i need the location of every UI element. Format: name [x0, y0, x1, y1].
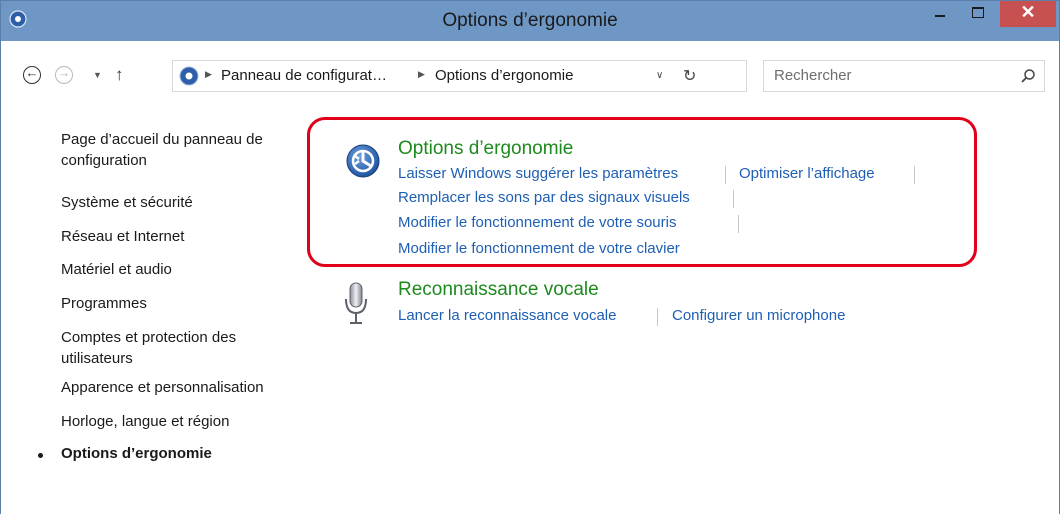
ease-of-access-icon[interactable] — [346, 144, 380, 178]
category-title-speech-recognition[interactable]: Reconnaissance vocale — [398, 279, 599, 301]
link-start-speech-recognition[interactable]: Lancer la reconnaissance vocale — [398, 307, 616, 324]
link-separator — [725, 166, 726, 184]
sidebar-item-user-accounts[interactable]: Comptes et protection des utilisateurs — [61, 327, 276, 369]
sidebar-item-appearance[interactable]: Apparence et personnalisation — [61, 377, 264, 398]
sidebar-item-clock-language-region[interactable]: Horloge, langue et région — [61, 411, 229, 432]
sidebar-item-ease-of-access-current: Options d’ergonomie — [61, 445, 212, 462]
address-dropdown-icon[interactable]: ∨ — [656, 70, 663, 81]
forward-arrow-icon: → — [57, 65, 71, 80]
link-let-windows-suggest[interactable]: Laisser Windows suggérer les paramètres — [398, 165, 678, 182]
link-separator — [738, 215, 739, 233]
link-replace-sounds[interactable]: Remplacer les sons par des signaux visue… — [398, 189, 690, 206]
current-page-bullet-icon — [38, 453, 43, 458]
breadcrumb-arrow-icon[interactable]: ▶ — [418, 69, 425, 80]
control-panel-window: Options d’ergonomie ✕ ← → ▼ ↑ ▶ Panneau … — [0, 0, 1060, 515]
sidebar-item-hardware-sound[interactable]: Matériel et audio — [61, 259, 172, 280]
maximize-icon — [972, 7, 984, 18]
breadcrumb-control-panel[interactable]: Panneau de configurat… — [221, 67, 387, 84]
window-title: Options d’ergonomie — [442, 10, 618, 31]
category-title-ease-of-access[interactable]: Options d’ergonomie — [398, 138, 573, 160]
maximize-button[interactable] — [961, 1, 995, 27]
breadcrumb-ease-of-access[interactable]: Options d’ergonomie — [435, 67, 573, 84]
close-button[interactable]: ✕ — [1000, 1, 1056, 27]
back-arrow-icon: ← — [25, 65, 39, 80]
link-set-up-microphone[interactable]: Configurer un microphone — [672, 307, 845, 324]
forward-button[interactable]: → — [55, 65, 73, 84]
search-input[interactable]: Rechercher — [774, 67, 852, 84]
refresh-icon[interactable]: ↻ — [683, 66, 696, 86]
close-icon: ✕ — [1020, 2, 1036, 22]
breadcrumb-arrow-icon[interactable]: ▶ — [205, 69, 212, 80]
microphone-icon[interactable] — [342, 282, 370, 326]
sidebar-item-control-panel-home[interactable]: Page d’accueil du panneau de configurati… — [61, 129, 301, 171]
sidebar-item-network-internet[interactable]: Réseau et Internet — [61, 226, 184, 247]
link-change-mouse[interactable]: Modifier le fonctionnement de votre sour… — [398, 214, 676, 231]
link-separator — [914, 166, 915, 184]
sidebar-item-programs[interactable]: Programmes — [61, 293, 147, 314]
recent-locations-button[interactable]: ▼ — [93, 70, 102, 80]
link-optimize-display[interactable]: Optimiser l’affichage — [739, 165, 875, 182]
minimize-button[interactable] — [923, 1, 957, 27]
title-bar: Options d’ergonomie ✕ — [1, 1, 1059, 41]
link-separator — [657, 308, 658, 326]
link-change-keyboard[interactable]: Modifier le fonctionnement de votre clav… — [398, 240, 680, 257]
back-button[interactable]: ← — [23, 65, 41, 84]
link-separator — [733, 190, 734, 208]
sidebar-item-system-security[interactable]: Système et sécurité — [61, 192, 193, 213]
search-icon[interactable] — [1020, 68, 1036, 84]
address-bar[interactable]: ▶ Panneau de configurat… ▶ Options d’erg… — [172, 60, 747, 92]
search-box[interactable]: Rechercher — [763, 60, 1045, 92]
control-panel-icon — [179, 66, 199, 86]
window-bottom-edge — [1, 497, 1059, 515]
up-button[interactable]: ↑ — [115, 65, 124, 85]
minimize-icon — [935, 15, 945, 17]
